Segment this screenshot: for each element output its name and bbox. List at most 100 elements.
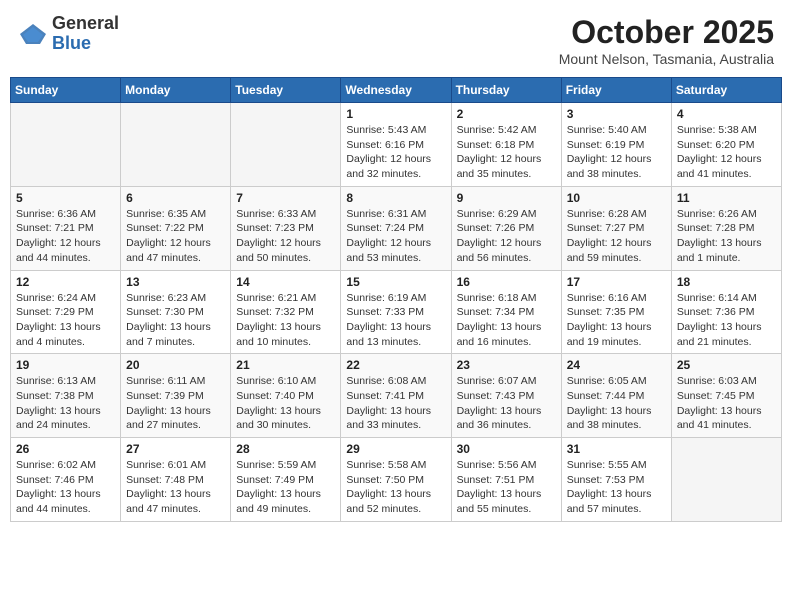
day-info: Sunrise: 6:33 AM Sunset: 7:23 PM Dayligh… bbox=[236, 207, 335, 266]
day-number: 7 bbox=[236, 191, 335, 205]
day-info: Sunrise: 6:19 AM Sunset: 7:33 PM Dayligh… bbox=[346, 291, 445, 350]
calendar-cell: 2 Sunrise: 5:42 AM Sunset: 6:18 PM Daylig… bbox=[451, 103, 561, 187]
day-info: Sunrise: 6:26 AM Sunset: 7:28 PM Dayligh… bbox=[677, 207, 776, 266]
calendar-table: SundayMondayTuesdayWednesdayThursdayFrid… bbox=[10, 77, 782, 522]
day-number: 16 bbox=[457, 275, 556, 289]
day-info: Sunrise: 6:18 AM Sunset: 7:34 PM Dayligh… bbox=[457, 291, 556, 350]
day-number: 8 bbox=[346, 191, 445, 205]
day-info: Sunrise: 5:58 AM Sunset: 7:50 PM Dayligh… bbox=[346, 458, 445, 517]
day-info: Sunrise: 6:07 AM Sunset: 7:43 PM Dayligh… bbox=[457, 374, 556, 433]
calendar-cell bbox=[671, 438, 781, 522]
day-number: 13 bbox=[126, 275, 225, 289]
calendar-cell: 27 Sunrise: 6:01 AM Sunset: 7:48 PM Dayli… bbox=[121, 438, 231, 522]
day-info: Sunrise: 6:11 AM Sunset: 7:39 PM Dayligh… bbox=[126, 374, 225, 433]
calendar-cell: 22Sunrise: 6:08 AM Sunset: 7:41 PM Dayli… bbox=[341, 354, 451, 438]
weekday-header-sunday: Sunday bbox=[11, 78, 121, 103]
day-info: Sunrise: 6:05 AM Sunset: 7:44 PM Dayligh… bbox=[567, 374, 666, 433]
calendar-cell: 13 Sunrise: 6:23 AM Sunset: 7:30 PM Dayli… bbox=[121, 270, 231, 354]
calendar-cell: 20 Sunrise: 6:11 AM Sunset: 7:39 PM Dayli… bbox=[121, 354, 231, 438]
calendar-cell: 8 Sunrise: 6:31 AM Sunset: 7:24 PM Daylig… bbox=[341, 186, 451, 270]
day-info: Sunrise: 6:14 AM Sunset: 7:36 PM Dayligh… bbox=[677, 291, 776, 350]
weekday-header-row: SundayMondayTuesdayWednesdayThursdayFrid… bbox=[11, 78, 782, 103]
calendar-cell: 12 Sunrise: 6:24 AM Sunset: 7:29 PM Dayli… bbox=[11, 270, 121, 354]
day-number: 20 bbox=[126, 358, 225, 372]
day-info: Sunrise: 6:35 AM Sunset: 7:22 PM Dayligh… bbox=[126, 207, 225, 266]
day-number: 2 bbox=[457, 107, 556, 121]
calendar-cell: 18Sunrise: 6:14 AM Sunset: 7:36 PM Dayli… bbox=[671, 270, 781, 354]
day-info: Sunrise: 5:42 AM Sunset: 6:18 PM Dayligh… bbox=[457, 123, 556, 182]
calendar-cell: 23Sunrise: 6:07 AM Sunset: 7:43 PM Dayli… bbox=[451, 354, 561, 438]
day-info: Sunrise: 6:02 AM Sunset: 7:46 PM Dayligh… bbox=[16, 458, 115, 517]
day-number: 3 bbox=[567, 107, 666, 121]
day-info: Sunrise: 6:23 AM Sunset: 7:30 PM Dayligh… bbox=[126, 291, 225, 350]
day-info: Sunrise: 5:55 AM Sunset: 7:53 PM Dayligh… bbox=[567, 458, 666, 517]
calendar-cell bbox=[11, 103, 121, 187]
day-info: Sunrise: 6:01 AM Sunset: 7:48 PM Dayligh… bbox=[126, 458, 225, 517]
day-info: Sunrise: 6:03 AM Sunset: 7:45 PM Dayligh… bbox=[677, 374, 776, 433]
calendar-cell: 5 Sunrise: 6:36 AM Sunset: 7:21 PM Daylig… bbox=[11, 186, 121, 270]
day-number: 10 bbox=[567, 191, 666, 205]
day-number: 12 bbox=[16, 275, 115, 289]
calendar-cell: 19 Sunrise: 6:13 AM Sunset: 7:38 PM Dayli… bbox=[11, 354, 121, 438]
month-title: October 2025 bbox=[559, 14, 774, 51]
day-number: 31 bbox=[567, 442, 666, 456]
day-number: 6 bbox=[126, 191, 225, 205]
calendar-cell: 10 Sunrise: 6:28 AM Sunset: 7:27 PM Dayli… bbox=[561, 186, 671, 270]
day-info: Sunrise: 6:31 AM Sunset: 7:24 PM Dayligh… bbox=[346, 207, 445, 266]
day-info: Sunrise: 6:29 AM Sunset: 7:26 PM Dayligh… bbox=[457, 207, 556, 266]
day-info: Sunrise: 6:21 AM Sunset: 7:32 PM Dayligh… bbox=[236, 291, 335, 350]
day-number: 24 bbox=[567, 358, 666, 372]
calendar-cell: 28 Sunrise: 5:59 AM Sunset: 7:49 PM Dayli… bbox=[231, 438, 341, 522]
day-number: 5 bbox=[16, 191, 115, 205]
calendar-cell bbox=[121, 103, 231, 187]
calendar-cell: 21Sunrise: 6:10 AM Sunset: 7:40 PM Dayli… bbox=[231, 354, 341, 438]
day-info: Sunrise: 5:43 AM Sunset: 6:16 PM Dayligh… bbox=[346, 123, 445, 182]
day-number: 1 bbox=[346, 107, 445, 121]
calendar-cell: 7 Sunrise: 6:33 AM Sunset: 7:23 PM Daylig… bbox=[231, 186, 341, 270]
day-number: 4 bbox=[677, 107, 776, 121]
calendar-cell: 16 Sunrise: 6:18 AM Sunset: 7:34 PM Dayli… bbox=[451, 270, 561, 354]
day-number: 28 bbox=[236, 442, 335, 456]
calendar-cell: 25 Sunrise: 6:03 AM Sunset: 7:45 PM Dayli… bbox=[671, 354, 781, 438]
logo-general: General bbox=[52, 13, 119, 33]
logo-text: General Blue bbox=[52, 14, 119, 54]
logo: General Blue bbox=[18, 14, 119, 54]
calendar-cell: 3 Sunrise: 5:40 AM Sunset: 6:19 PM Daylig… bbox=[561, 103, 671, 187]
day-number: 26 bbox=[16, 442, 115, 456]
day-number: 14 bbox=[236, 275, 335, 289]
calendar-cell: 11 Sunrise: 6:26 AM Sunset: 7:28 PM Dayli… bbox=[671, 186, 781, 270]
calendar-cell: 26 Sunrise: 6:02 AM Sunset: 7:46 PM Dayli… bbox=[11, 438, 121, 522]
calendar-cell: 15Sunrise: 6:19 AM Sunset: 7:33 PM Dayli… bbox=[341, 270, 451, 354]
day-info: Sunrise: 6:13 AM Sunset: 7:38 PM Dayligh… bbox=[16, 374, 115, 433]
day-number: 25 bbox=[677, 358, 776, 372]
day-info: Sunrise: 5:59 AM Sunset: 7:49 PM Dayligh… bbox=[236, 458, 335, 517]
calendar-cell: 9 Sunrise: 6:29 AM Sunset: 7:26 PM Daylig… bbox=[451, 186, 561, 270]
day-info: Sunrise: 5:56 AM Sunset: 7:51 PM Dayligh… bbox=[457, 458, 556, 517]
weekday-header-tuesday: Tuesday bbox=[231, 78, 341, 103]
day-number: 19 bbox=[16, 358, 115, 372]
day-info: Sunrise: 6:28 AM Sunset: 7:27 PM Dayligh… bbox=[567, 207, 666, 266]
logo-blue: Blue bbox=[52, 33, 91, 53]
title-block: October 2025 Mount Nelson, Tasmania, Aus… bbox=[559, 14, 774, 67]
calendar-cell: 1 Sunrise: 5:43 AM Sunset: 6:16 PM Daylig… bbox=[341, 103, 451, 187]
day-number: 30 bbox=[457, 442, 556, 456]
calendar-week-5: 26 Sunrise: 6:02 AM Sunset: 7:46 PM Dayli… bbox=[11, 438, 782, 522]
day-info: Sunrise: 6:36 AM Sunset: 7:21 PM Dayligh… bbox=[16, 207, 115, 266]
calendar-cell: 4 Sunrise: 5:38 AM Sunset: 6:20 PM Daylig… bbox=[671, 103, 781, 187]
calendar-cell: 30 Sunrise: 5:56 AM Sunset: 7:51 PM Dayli… bbox=[451, 438, 561, 522]
weekday-header-monday: Monday bbox=[121, 78, 231, 103]
logo-icon bbox=[18, 22, 48, 46]
day-number: 27 bbox=[126, 442, 225, 456]
day-number: 17 bbox=[567, 275, 666, 289]
calendar-cell: 31 Sunrise: 5:55 AM Sunset: 7:53 PM Dayli… bbox=[561, 438, 671, 522]
day-number: 9 bbox=[457, 191, 556, 205]
day-number: 11 bbox=[677, 191, 776, 205]
day-info: Sunrise: 6:08 AM Sunset: 7:41 PM Dayligh… bbox=[346, 374, 445, 433]
day-info: Sunrise: 6:16 AM Sunset: 7:35 PM Dayligh… bbox=[567, 291, 666, 350]
day-info: Sunrise: 6:24 AM Sunset: 7:29 PM Dayligh… bbox=[16, 291, 115, 350]
calendar-week-2: 5 Sunrise: 6:36 AM Sunset: 7:21 PM Daylig… bbox=[11, 186, 782, 270]
location: Mount Nelson, Tasmania, Australia bbox=[559, 51, 774, 67]
calendar-cell: 14 Sunrise: 6:21 AM Sunset: 7:32 PM Dayli… bbox=[231, 270, 341, 354]
day-info: Sunrise: 5:38 AM Sunset: 6:20 PM Dayligh… bbox=[677, 123, 776, 182]
day-info: Sunrise: 5:40 AM Sunset: 6:19 PM Dayligh… bbox=[567, 123, 666, 182]
